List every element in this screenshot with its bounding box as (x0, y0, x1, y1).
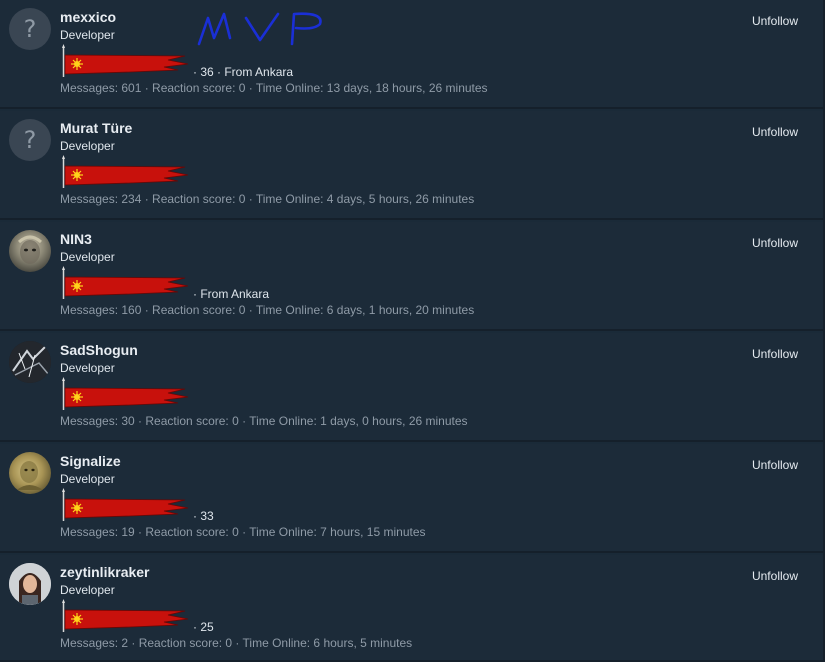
unfollow-button[interactable]: Unfollow (752, 569, 798, 583)
unfollow-button[interactable]: Unfollow (752, 236, 798, 250)
member-role: Developer (60, 28, 115, 42)
unfollow-button[interactable]: Unfollow (752, 125, 798, 139)
member-username[interactable]: NIN3 (60, 231, 92, 247)
member-list: ? mexxico Developer · 36 · From Ankara M… (0, 0, 823, 662)
member-username[interactable]: Murat Türe (60, 120, 132, 136)
member-role: Developer (60, 139, 115, 153)
developer-banner-icon (62, 155, 189, 188)
member-stats: Messages: 601 · Reaction score: 0 · Time… (60, 81, 488, 95)
developer-banner-icon (62, 44, 189, 77)
member-role: Developer (60, 583, 115, 597)
member-username[interactable]: mexxico (60, 9, 116, 25)
unfollow-button[interactable]: Unfollow (752, 347, 798, 361)
member-row-murat-ture: ? Murat Türe Developer Messages: 234 · R… (0, 111, 823, 220)
member-row-signalize: Signalize Developer · 33 Messages: 19 · … (0, 444, 823, 553)
avatar-placeholder[interactable]: ? (9, 119, 51, 161)
member-row-zeytinlikraker: zeytinlikraker Developer · 25 Messages: … (0, 555, 823, 662)
question-mark-icon: ? (23, 15, 37, 43)
member-stats: Messages: 160 · Reaction score: 0 · Time… (60, 303, 475, 317)
user-avatar[interactable] (9, 452, 51, 494)
member-stats: Messages: 2 · Reaction score: 0 · Time O… (60, 636, 413, 650)
member-extra-info: · 33 (193, 509, 214, 523)
member-role: Developer (60, 250, 115, 264)
developer-banner-icon (62, 266, 189, 299)
member-role: Developer (60, 361, 115, 375)
user-avatar[interactable] (9, 563, 51, 605)
member-extra-info: · From Ankara (193, 287, 270, 301)
member-role: Developer (60, 472, 115, 486)
member-row-nin3: NIN3 Developer · From Ankara Messages: 1… (0, 222, 823, 331)
unfollow-button[interactable]: Unfollow (752, 458, 798, 472)
user-avatar[interactable] (9, 341, 51, 383)
developer-banner-icon (62, 377, 189, 410)
member-extra-info: · 36 · From Ankara (193, 65, 294, 79)
avatar-placeholder[interactable]: ? (9, 8, 51, 50)
member-stats: Messages: 30 · Reaction score: 0 · Time … (60, 414, 468, 428)
member-row-sadshogun: SadShogun Developer Messages: 30 · React… (0, 333, 823, 442)
developer-banner-icon (62, 488, 189, 521)
member-username[interactable]: zeytinlikraker (60, 564, 150, 580)
member-extra-info: · 25 (193, 620, 214, 634)
unfollow-button[interactable]: Unfollow (752, 14, 798, 28)
member-stats: Messages: 19 · Reaction score: 0 · Time … (60, 525, 426, 539)
member-stats: Messages: 234 · Reaction score: 0 · Time… (60, 192, 475, 206)
mvp-handwritten-annotation (197, 12, 322, 46)
member-username[interactable]: Signalize (60, 453, 121, 469)
question-mark-icon: ? (23, 126, 37, 154)
member-row-mexxico: ? mexxico Developer · 36 · From Ankara M… (0, 0, 823, 109)
user-avatar[interactable] (9, 230, 51, 272)
developer-banner-icon (62, 599, 189, 632)
member-username[interactable]: SadShogun (60, 342, 138, 358)
